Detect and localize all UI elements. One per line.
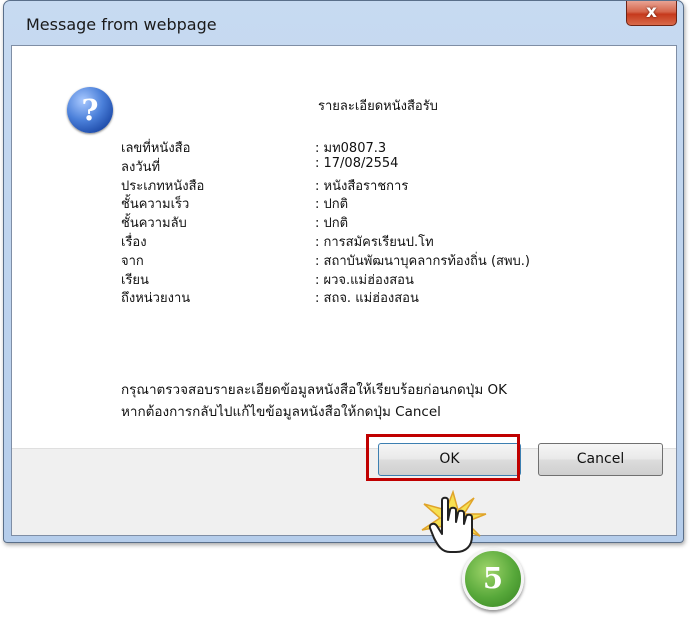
ok-button-highlight: [366, 434, 520, 481]
dialog-heading: รายละเอียดหนังสือรับ: [318, 99, 438, 114]
step-number-badge: 5: [462, 548, 524, 610]
cancel-button[interactable]: Cancel: [538, 443, 663, 476]
instruction-line-cancel: หากต้องการกลับไปแก้ไขข้อมูลหนังสือให้กดป…: [121, 404, 441, 420]
question-icon: ?: [67, 87, 113, 133]
step-number: 5: [482, 561, 504, 595]
title-bar[interactable]: Message from webpage x: [4, 1, 683, 43]
detail-value: : 17/08/2554: [315, 155, 399, 171]
instruction-note: กรุณาตรวจสอบรายละเอียดข้อมูลหนังสือให้เร…: [121, 379, 507, 423]
window-title: Message from webpage: [26, 15, 217, 34]
close-icon: x: [646, 2, 657, 22]
detail-value: : สถจ. แม่ฮ่องสอน: [315, 291, 419, 307]
hand-cursor-icon: [428, 496, 473, 553]
close-button[interactable]: x: [626, 1, 677, 26]
detail-label: ถึงหน่วยงาน: [121, 291, 191, 307]
instruction-line-ok: กรุณาตรวจสอบรายละเอียดข้อมูลหนังสือให้เร…: [121, 382, 507, 398]
